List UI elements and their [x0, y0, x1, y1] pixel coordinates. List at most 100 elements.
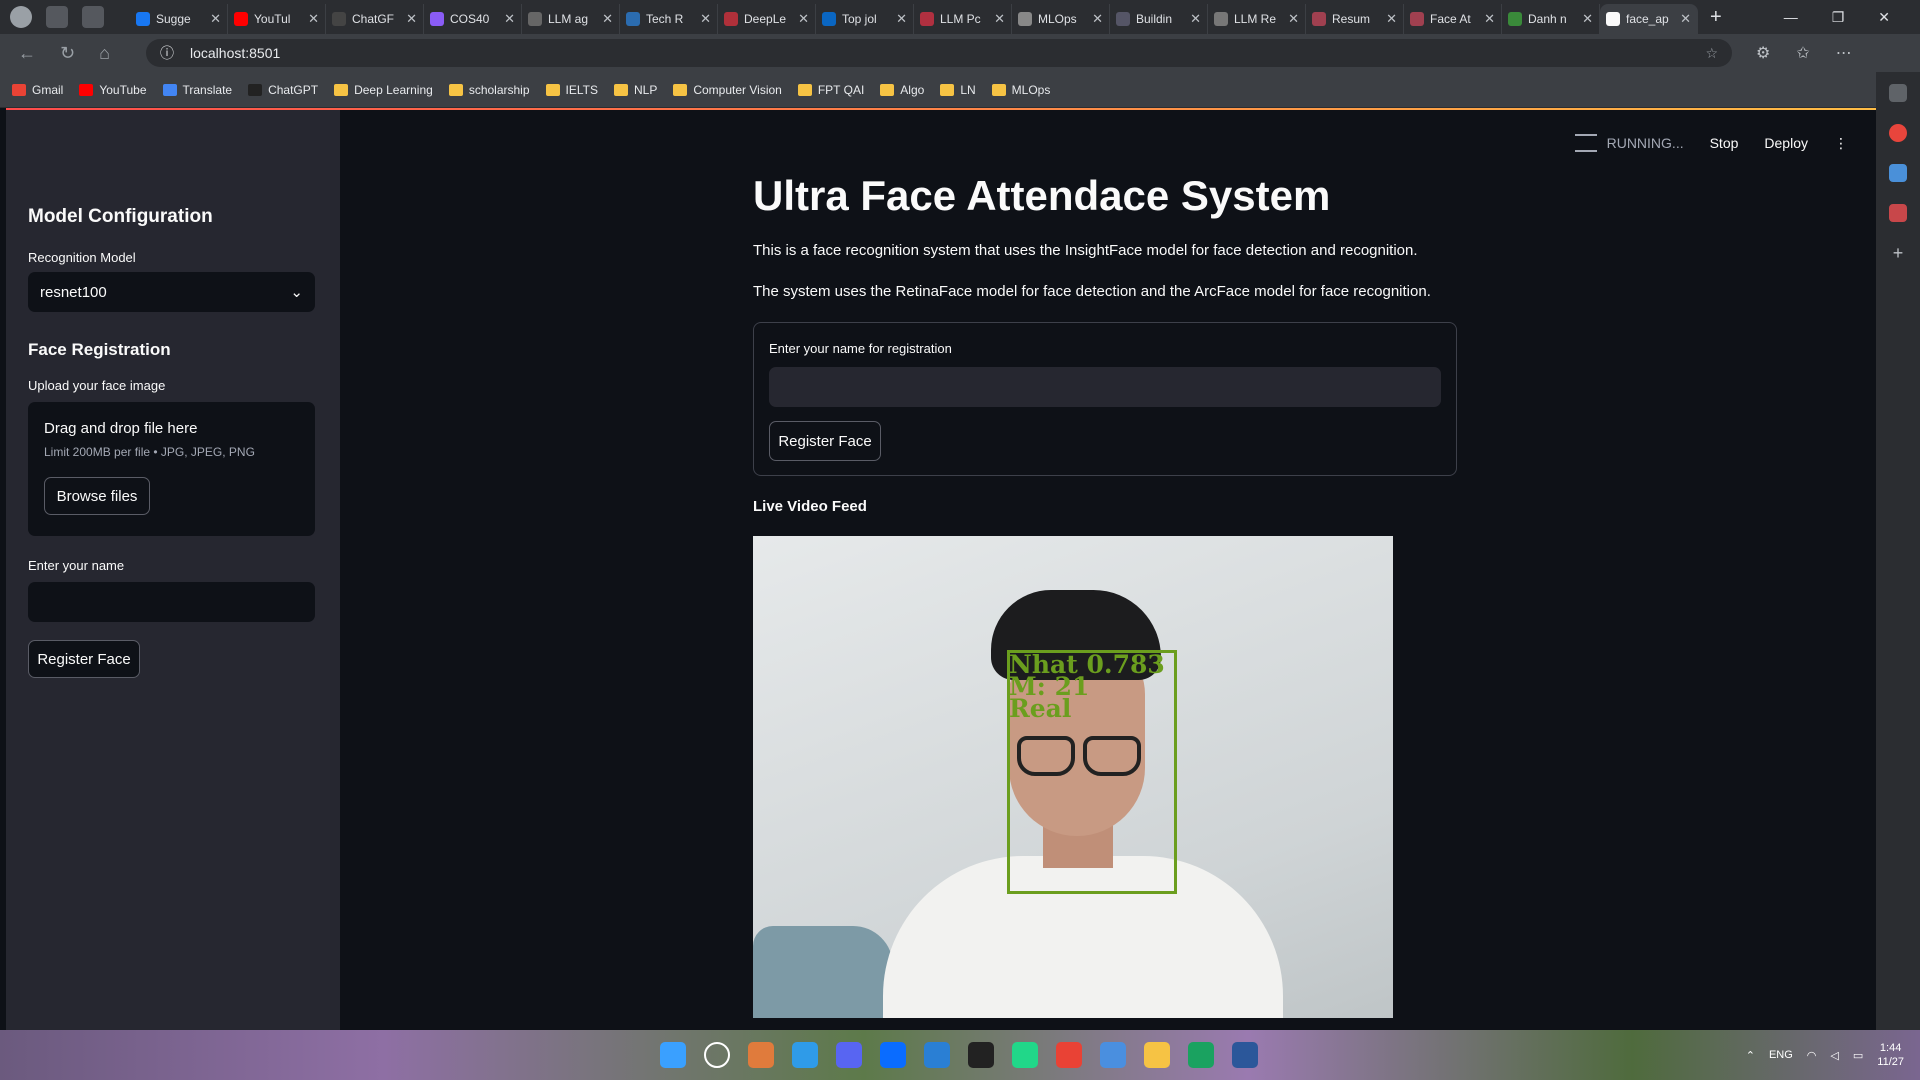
- minimize-icon[interactable]: —: [1784, 9, 1798, 26]
- tab-actions-icon[interactable]: [82, 6, 104, 28]
- browser-tab[interactable]: YouTul ✕: [228, 4, 326, 34]
- file-dropzone[interactable]: Drag and drop file here Limit 200MB per …: [28, 402, 315, 536]
- browser-tab[interactable]: Face At ✕: [1404, 4, 1502, 34]
- bookmark-item[interactable]: Translate: [162, 83, 232, 97]
- deploy-button[interactable]: Deploy: [1764, 135, 1808, 151]
- browser-tab[interactable]: LLM Re ✕: [1208, 4, 1306, 34]
- discord-icon[interactable]: [836, 1042, 862, 1068]
- favorite-star-icon[interactable]: ☆: [1705, 45, 1718, 62]
- more-menu-icon[interactable]: ⋯: [1836, 43, 1852, 63]
- vscode-icon[interactable]: [924, 1042, 950, 1068]
- notepad-icon[interactable]: [1100, 1042, 1126, 1068]
- browser-tab[interactable]: Sugge ✕: [130, 4, 228, 34]
- tab-close-icon[interactable]: ✕: [700, 11, 711, 27]
- terminal-icon[interactable]: [968, 1042, 994, 1068]
- copilot-icon[interactable]: [748, 1042, 774, 1068]
- volume-icon[interactable]: ◁: [1830, 1049, 1838, 1062]
- registration-form: Enter your name for registration Registe…: [753, 322, 1457, 476]
- chrome-icon[interactable]: [1056, 1042, 1082, 1068]
- browser-tab[interactable]: Tech R ✕: [620, 4, 718, 34]
- browser-tab[interactable]: LLM Pc ✕: [914, 4, 1012, 34]
- extensions-icon[interactable]: ⚙: [1756, 43, 1770, 63]
- registration-name-input[interactable]: [769, 367, 1441, 407]
- tab-close-icon[interactable]: ✕: [504, 11, 515, 27]
- site-info-icon[interactable]: ⓘ: [160, 43, 174, 63]
- language-indicator[interactable]: ENG: [1769, 1049, 1793, 1061]
- bookmark-item[interactable]: Algo: [880, 83, 924, 97]
- tab-close-icon[interactable]: ✕: [308, 11, 319, 27]
- search-taskbar-icon[interactable]: [704, 1042, 730, 1068]
- workspaces-icon[interactable]: [46, 6, 68, 28]
- tab-close-icon[interactable]: ✕: [210, 11, 221, 27]
- bookmark-item[interactable]: Gmail: [12, 83, 63, 97]
- wifi-icon[interactable]: ◠: [1807, 1049, 1817, 1062]
- edge-icon[interactable]: [792, 1042, 818, 1068]
- name-input[interactable]: [28, 582, 315, 622]
- reload-icon[interactable]: ↻: [60, 43, 75, 64]
- home-icon[interactable]: ⌂: [99, 43, 110, 64]
- close-window-icon[interactable]: ✕: [1878, 9, 1890, 26]
- bookmark-item[interactable]: NLP: [614, 83, 657, 97]
- tab-close-icon[interactable]: ✕: [406, 11, 417, 27]
- tab-close-icon[interactable]: ✕: [994, 11, 1005, 27]
- clock[interactable]: 1:44 11/27: [1877, 1041, 1904, 1069]
- search-icon[interactable]: [1889, 84, 1907, 102]
- bookmark-item[interactable]: IELTS: [545, 83, 598, 97]
- word-icon[interactable]: [1232, 1042, 1258, 1068]
- bookmark-favicon-icon: [162, 83, 177, 96]
- tab-close-icon[interactable]: ✕: [602, 11, 613, 27]
- browser-tab[interactable]: Resum ✕: [1306, 4, 1404, 34]
- tab-close-icon[interactable]: ✕: [896, 11, 907, 27]
- office-icon[interactable]: [1889, 204, 1907, 222]
- stop-button[interactable]: Stop: [1710, 135, 1739, 151]
- main-menu-icon[interactable]: ⋮: [1834, 135, 1848, 152]
- sidebar-register-button[interactable]: Register Face: [28, 640, 140, 678]
- line-icon[interactable]: [1188, 1042, 1214, 1068]
- url-field[interactable]: ⓘ localhost:8501 ☆: [146, 39, 1732, 67]
- browser-tab[interactable]: face_ap ✕: [1600, 4, 1698, 34]
- browser-tab[interactable]: ChatGF ✕: [326, 4, 424, 34]
- bookmark-item[interactable]: LN: [940, 83, 976, 97]
- form-register-button[interactable]: Register Face: [769, 421, 881, 461]
- tab-close-icon[interactable]: ✕: [1288, 11, 1299, 27]
- bookmark-item[interactable]: YouTube: [79, 83, 147, 97]
- browser-tab[interactable]: DeepLe ✕: [718, 4, 816, 34]
- browser-tab[interactable]: LLM ag ✕: [522, 4, 620, 34]
- back-icon[interactable]: ←: [18, 43, 36, 64]
- tab-close-icon[interactable]: ✕: [1680, 11, 1691, 27]
- new-tab-button[interactable]: +: [1698, 6, 1734, 29]
- start-icon[interactable]: [660, 1042, 686, 1068]
- bookmark-item[interactable]: Computer Vision: [673, 83, 782, 97]
- tab-close-icon[interactable]: ✕: [1484, 11, 1495, 27]
- browser-tab[interactable]: Top jol ✕: [816, 4, 914, 34]
- bookmark-item[interactable]: ChatGPT: [248, 83, 318, 97]
- browse-files-button[interactable]: Browse files: [44, 477, 150, 515]
- folder-icon: [797, 83, 812, 96]
- tab-close-icon[interactable]: ✕: [1190, 11, 1201, 27]
- browser-tab[interactable]: MLOps ✕: [1012, 4, 1110, 34]
- browser-tab[interactable]: COS40 ✕: [424, 4, 522, 34]
- profile-avatar-icon[interactable]: [10, 6, 32, 28]
- tab-favicon-icon: [1410, 12, 1424, 26]
- bookmark-item[interactable]: scholarship: [448, 83, 530, 97]
- bookmark-item[interactable]: MLOps: [991, 83, 1050, 97]
- bookmark-item[interactable]: FPT QAI: [797, 83, 864, 97]
- translate-icon[interactable]: [1889, 164, 1907, 182]
- battery-icon[interactable]: ▭: [1853, 1049, 1863, 1062]
- favorites-icon[interactable]: ✩: [1796, 43, 1809, 63]
- tab-close-icon[interactable]: ✕: [798, 11, 809, 27]
- collections-icon[interactable]: [1889, 124, 1907, 142]
- tab-close-icon[interactable]: ✕: [1386, 11, 1397, 27]
- pycharm-icon[interactable]: [1012, 1042, 1038, 1068]
- tray-chevron-icon[interactable]: ⌃: [1746, 1049, 1755, 1062]
- restore-icon[interactable]: ❐: [1832, 9, 1845, 26]
- zalo-icon[interactable]: [880, 1042, 906, 1068]
- file-explorer-icon[interactable]: [1144, 1042, 1170, 1068]
- model-select[interactable]: resnet100 ⌄: [28, 272, 315, 312]
- add-panel-icon[interactable]: +: [1889, 244, 1907, 262]
- browser-tab[interactable]: Buildin ✕: [1110, 4, 1208, 34]
- bookmark-item[interactable]: Deep Learning: [334, 83, 433, 97]
- tab-close-icon[interactable]: ✕: [1092, 11, 1103, 27]
- tab-close-icon[interactable]: ✕: [1582, 11, 1593, 27]
- browser-tab[interactable]: Danh n ✕: [1502, 4, 1600, 34]
